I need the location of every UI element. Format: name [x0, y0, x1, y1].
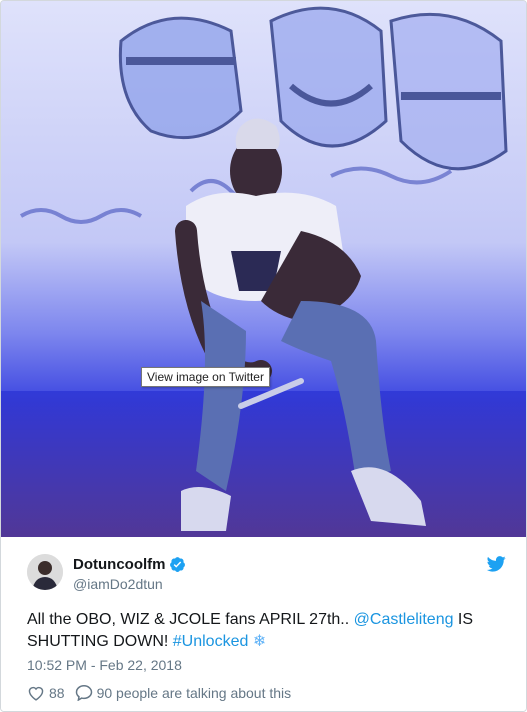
hashtag-link[interactable]: #Unlocked [173, 633, 249, 650]
tweet-embed-card: View image on Twitter Dotuncoolfm @iamDo… [0, 0, 527, 712]
like-action[interactable]: 88 [27, 685, 65, 701]
avatar-image [27, 554, 63, 590]
tweet-actions: 88 90 people are talking about this [27, 684, 291, 701]
twitter-bird-icon[interactable] [487, 556, 506, 572]
verified-badge-icon [170, 557, 186, 572]
author-handle[interactable]: @iamDo2dtun [73, 576, 163, 592]
tweet-timestamp[interactable]: 10:52 PM - Feb 22, 2018 [27, 657, 182, 673]
tweet-text: All the OBO, WIZ & JCOLE fans APRIL 27th… [27, 609, 507, 653]
photo-illustration [1, 1, 526, 537]
comment-bubble-icon [75, 684, 92, 701]
avatar[interactable] [27, 554, 63, 590]
view-image-tooltip: View image on Twitter [141, 367, 270, 387]
snowflake-icon: ❄ [252, 633, 267, 650]
author-name-row[interactable]: Dotuncoolfm [73, 556, 186, 573]
tweet-body: Dotuncoolfm @iamDo2dtun All the OBO, WIZ… [1, 537, 526, 711]
heart-icon [28, 686, 44, 701]
display-name[interactable]: Dotuncoolfm [73, 556, 165, 573]
mention-link[interactable]: @Castleliteng [354, 611, 454, 628]
tweet-photo[interactable]: View image on Twitter [1, 1, 526, 537]
like-count: 88 [49, 684, 65, 701]
conversation-action[interactable]: 90 people are talking about this [75, 684, 292, 701]
tweet-text-prefix: All the OBO, WIZ & JCOLE fans APRIL 27th… [27, 611, 354, 628]
talking-count: 90 people are talking about this [96, 684, 292, 701]
